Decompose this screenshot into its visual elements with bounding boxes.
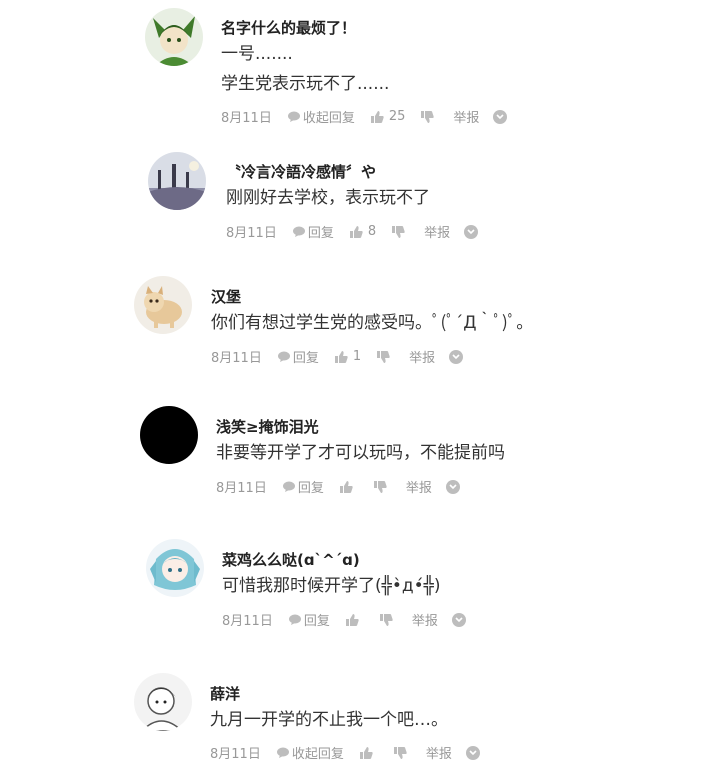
comment-author[interactable]: 〝冷言冷語冷感情〞や xyxy=(226,161,376,182)
comment-author[interactable]: 浅笑≥掩饰泪光 xyxy=(216,416,319,437)
dislike-button[interactable] xyxy=(379,613,396,626)
reply-label: 回复 xyxy=(292,351,319,366)
comment-author[interactable]: 汉堡 xyxy=(211,286,241,307)
reply-label: 回复 xyxy=(297,481,324,496)
reply-button[interactable]: 回复 xyxy=(288,610,330,629)
comment-meta: 8月11日 回复 举报 xyxy=(216,477,460,496)
like-button[interactable] xyxy=(345,613,364,626)
comment-date: 8月11日 xyxy=(211,351,262,366)
thumbs-down-icon xyxy=(377,350,390,363)
chevron-down-icon[interactable] xyxy=(445,479,460,494)
thumbs-up-icon xyxy=(334,350,348,363)
comment-date: 8月11日 xyxy=(222,614,273,629)
comment-bubble-icon xyxy=(282,481,295,492)
chevron-down-icon[interactable] xyxy=(493,109,508,124)
reply-label: 收起回复 xyxy=(302,111,355,126)
avatar[interactable] xyxy=(134,276,192,334)
report-link[interactable]: 举报 xyxy=(424,222,450,241)
dislike-button[interactable] xyxy=(393,746,410,759)
thumbs-up-icon xyxy=(370,110,384,123)
avatar[interactable] xyxy=(140,406,198,464)
comment-date: 8月11日 xyxy=(221,111,272,126)
reply-label: 收起回复 xyxy=(291,747,344,762)
dislike-button[interactable] xyxy=(421,110,437,123)
comment-date: 8月11日 xyxy=(216,481,267,496)
thumbs-down-icon xyxy=(393,746,407,759)
report-link[interactable]: 举报 xyxy=(412,610,438,629)
dislike-button[interactable] xyxy=(373,480,390,493)
comment-text: 学生党表示玩不了...... xyxy=(221,74,390,94)
thumbs-up-icon xyxy=(339,480,353,493)
like-button[interactable]: 8 xyxy=(349,224,377,239)
thumbs-down-icon xyxy=(379,613,393,626)
chevron-down-icon[interactable] xyxy=(451,612,466,627)
comment-meta: 8月11日 回复 举报 xyxy=(222,610,466,629)
comment-date: 8月11日 xyxy=(210,747,261,762)
reply-label: 回复 xyxy=(307,226,334,241)
comment-bubble-icon xyxy=(292,226,305,237)
thumbs-up-icon xyxy=(349,225,363,238)
comment-meta: 8月11日 回复 8 举报 xyxy=(226,222,479,241)
comment-bubble-icon xyxy=(277,351,290,362)
reply-label: 回复 xyxy=(303,614,330,629)
reply-button[interactable]: 回复 xyxy=(292,222,334,241)
thumbs-up-icon xyxy=(345,613,359,626)
like-count: 25 xyxy=(388,109,406,124)
comment-text: 刚刚好去学校，表示玩不了 xyxy=(226,188,430,208)
report-link[interactable]: 举报 xyxy=(409,347,435,366)
report-link[interactable]: 举报 xyxy=(406,477,432,496)
dislike-button[interactable] xyxy=(392,225,408,238)
like-count: 1 xyxy=(352,349,362,364)
comment-author[interactable]: 薛洋 xyxy=(210,683,240,704)
chevron-down-icon[interactable] xyxy=(464,224,479,239)
comment-text: 九月一开学的不止我一个吧…。 xyxy=(210,710,448,730)
report-link[interactable]: 举报 xyxy=(453,107,479,126)
reply-button[interactable]: 回复 xyxy=(277,347,319,366)
comment-text: 非要等开学了才可以玩吗，不能提前吗 xyxy=(216,443,505,463)
comment-text: 可惜我那时候开学了(╬•̀д•́╬) xyxy=(222,576,441,596)
dislike-button[interactable] xyxy=(377,350,393,363)
like-button[interactable] xyxy=(339,480,358,493)
reply-button[interactable]: 收起回复 xyxy=(276,743,344,762)
thumbs-down-icon xyxy=(392,225,405,238)
comment-date: 8月11日 xyxy=(226,226,277,241)
comment-author[interactable]: 名字什么的最烦了！ xyxy=(221,17,356,38)
comment-bubble-icon xyxy=(288,614,301,625)
thumbs-down-icon xyxy=(373,480,387,493)
comment-text: 你们有想过学生党的感受吗。ﾟ(ﾟ´Д｀ﾟ)ﾟ。 xyxy=(211,313,534,333)
like-count: 8 xyxy=(367,224,377,239)
chevron-down-icon[interactable] xyxy=(449,349,464,364)
thumbs-down-icon xyxy=(421,110,435,123)
comment-bubble-icon xyxy=(287,111,300,122)
comment-meta: 8月11日 收起回复 举报 xyxy=(210,743,480,762)
like-button[interactable] xyxy=(359,746,378,759)
like-button[interactable]: 1 xyxy=(334,349,362,364)
avatar[interactable] xyxy=(134,673,192,731)
avatar[interactable] xyxy=(145,8,203,66)
avatar[interactable] xyxy=(148,152,206,210)
avatar[interactable] xyxy=(146,539,204,597)
comment-meta: 8月11日 收起回复 25 举报 xyxy=(221,107,508,126)
reply-button[interactable]: 收起回复 xyxy=(287,107,355,126)
comment-bubble-icon xyxy=(276,747,289,758)
reply-button[interactable]: 回复 xyxy=(282,477,324,496)
comment-text: 一号....... xyxy=(221,44,293,64)
chevron-down-icon[interactable] xyxy=(465,745,480,760)
thumbs-up-icon xyxy=(359,746,373,759)
comment-meta: 8月11日 回复 1 举报 xyxy=(211,347,464,366)
like-button[interactable]: 25 xyxy=(370,109,406,124)
comment-author[interactable]: 菜鸡么么哒(ɑ`^´ɑ) xyxy=(222,549,360,570)
report-link[interactable]: 举报 xyxy=(426,743,452,762)
